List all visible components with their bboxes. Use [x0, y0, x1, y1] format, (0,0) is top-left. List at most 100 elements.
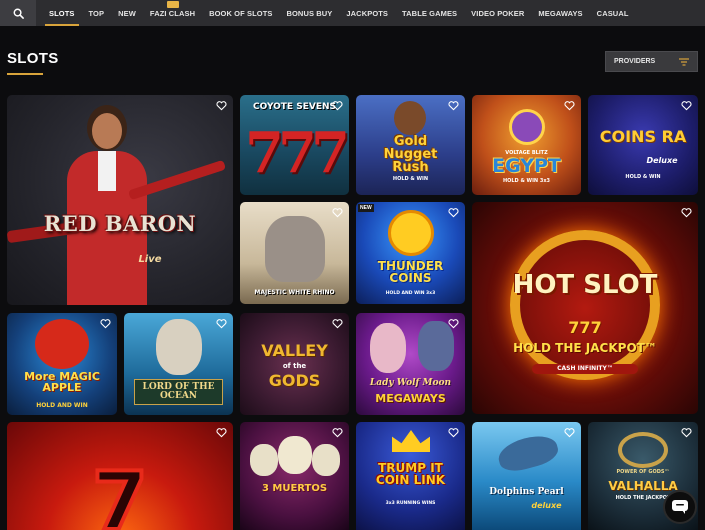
lady-figure [370, 323, 406, 373]
tab-bonus-buy[interactable]: BONUS BUY [279, 0, 339, 26]
game-title: 7 [90, 455, 150, 530]
heart-icon[interactable] [564, 427, 575, 438]
game-tile-gold-nugget-rush[interactable]: Gold Nugget Rush HOLD & WIN [356, 95, 465, 195]
game-subtitle: HOLD & WIN [392, 176, 429, 182]
providers-label: PROVIDERS [614, 58, 656, 65]
tab-casual[interactable]: CASUAL [590, 0, 636, 26]
lightning-coin [388, 210, 434, 256]
game-tile-lord-of-the-ocean[interactable]: LORD OF THE OCEAN [124, 313, 233, 415]
tab-top[interactable]: TOP [82, 0, 112, 26]
poseidon-figure [156, 319, 202, 375]
flame-ring [510, 230, 660, 380]
new-tag: NEW [358, 204, 374, 212]
game-subtitle: HOLD AND WIN [36, 402, 88, 409]
title-underline [7, 73, 43, 75]
skull-left [250, 444, 278, 476]
game-subtitle: 777 [245, 120, 349, 186]
heart-icon[interactable] [216, 318, 227, 329]
heart-icon[interactable] [681, 207, 692, 218]
game-tile-white-rhino[interactable]: MAJESTIC WHITE RHINO [240, 202, 349, 304]
heart-icon[interactable] [681, 427, 692, 438]
heart-icon[interactable] [332, 100, 343, 111]
tab-megaways[interactable]: MEGAWAYS [531, 0, 589, 26]
heart-icon[interactable] [332, 318, 343, 329]
category-tabs: SLOTS TOP NEW FAZI CLASH BOOK OF SLOTS B… [36, 0, 636, 26]
game-tile-more-magic-apple[interactable]: More MAGIC APPLE HOLD AND WIN [7, 313, 117, 415]
tab-video-poker[interactable]: VIDEO POKER [464, 0, 531, 26]
game-tile-lady-wolf-moon[interactable]: Lady Wolf Moon MEGAWAYS [356, 313, 465, 415]
game-tile-coyote-sevens[interactable]: COYOTE SEVENS 777 [240, 95, 349, 195]
game-tile-valley-of-the-gods[interactable]: VALLEY of the GODS [240, 313, 349, 415]
game-tile-coins-ra[interactable]: COINS RA Deluxe HOLD & WIN [588, 95, 698, 195]
new-badge [166, 1, 179, 8]
game-extra-label: CASH INFINITY™ [532, 364, 638, 374]
game-title: Gold Nugget Rush [383, 134, 438, 175]
game-subtitle: HOLD AND WIN 3x3 [385, 291, 436, 296]
game-tile-egypt[interactable]: VOLTAGE BLITZ EGYPT HOLD & WIN 3x3 [472, 95, 581, 195]
game-subtitle: MEGAWAYS [375, 392, 446, 405]
game-tile-seven[interactable]: 7 [7, 422, 233, 530]
tab-slots[interactable]: SLOTS [42, 0, 82, 26]
game-title: HOT SLOT [512, 270, 658, 300]
game-title: THUNDER COINS [377, 259, 444, 285]
game-subtitle: GODS [268, 371, 321, 390]
game-title: LORD OF THE OCEAN [134, 379, 223, 405]
tab-book-of-slots[interactable]: BOOK OF SLOTS [202, 0, 279, 26]
game-pretitle: 777 [568, 318, 602, 337]
sun-disc [509, 109, 545, 145]
shield-shape [618, 432, 668, 468]
tab-fazi-clash[interactable]: FAZI CLASH [143, 0, 202, 26]
crown-shape [392, 430, 430, 452]
apple-shape [35, 319, 89, 369]
heart-icon[interactable] [448, 318, 459, 329]
game-tile-3-muertos[interactable]: 3 MUERTOS [240, 422, 349, 530]
game-subtitle: HOLD THE JACKPOT™ [513, 341, 657, 355]
game-title: EGYPT [492, 155, 561, 177]
filter-icon [679, 57, 689, 66]
heart-icon[interactable] [332, 427, 343, 438]
game-tile-hot-slot[interactable]: HOT SLOT 777 HOLD THE JACKPOT™ CASH INFI… [472, 202, 698, 414]
game-subtitle: 3x3 RUNNING WINS [385, 501, 436, 506]
top-nav: SLOTS TOP NEW FAZI CLASH BOOK OF SLOTS B… [0, 0, 705, 26]
dolphin-shape [495, 430, 561, 476]
heart-icon[interactable] [332, 207, 343, 218]
game-subtitle: HOLD & WIN [625, 174, 661, 180]
search-button[interactable] [0, 0, 36, 26]
heart-icon[interactable] [564, 100, 575, 111]
game-subtitle: deluxe [531, 501, 562, 510]
game-title: COINS RA [599, 127, 687, 146]
game-title: 3 MUERTOS [261, 483, 328, 494]
heart-icon[interactable] [448, 427, 459, 438]
page-title: SLOTS [7, 50, 59, 67]
tab-label: FAZI CLASH [149, 9, 196, 18]
chat-icon [672, 500, 688, 514]
game-tile-red-baron[interactable]: RED BARON Live [7, 95, 233, 305]
game-pretitle: POWER OF GODS™ [616, 469, 670, 475]
miner-figure [394, 101, 426, 135]
game-title: More MAGIC APPLE [24, 370, 100, 394]
game-pretitle: of the [282, 362, 307, 370]
game-title: MAJESTIC WHITE RHINO [254, 289, 335, 296]
tab-jackpots[interactable]: JACKPOTS [339, 0, 395, 26]
game-pretitle: Deluxe [646, 156, 678, 165]
chat-button[interactable] [663, 490, 697, 524]
heart-icon[interactable] [448, 207, 459, 218]
game-tile-dolphins-pearl[interactable]: Dolphins Pearl deluxe [472, 422, 581, 530]
tab-new[interactable]: NEW [111, 0, 143, 26]
search-icon [13, 8, 24, 19]
game-title: VALLEY [261, 341, 328, 360]
skull-right [312, 444, 340, 476]
tab-table-games[interactable]: TABLE GAMES [395, 0, 464, 26]
game-title: TRUMP IT COIN LINK [375, 461, 446, 487]
heart-icon[interactable] [681, 100, 692, 111]
game-title: RED BARON [43, 211, 197, 236]
game-tile-thunder-coins[interactable]: NEW THUNDER COINS HOLD AND WIN 3x3 [356, 202, 465, 304]
rhino-head [265, 216, 325, 282]
heart-icon[interactable] [100, 318, 111, 329]
game-tile-trump-it-coin-link[interactable]: TRUMP IT COIN LINK 3x3 RUNNING WINS [356, 422, 465, 530]
game-title: Lady Wolf Moon [369, 378, 452, 388]
providers-dropdown[interactable]: PROVIDERS [605, 51, 698, 72]
heart-icon[interactable] [216, 100, 227, 111]
heart-icon[interactable] [448, 100, 459, 111]
heart-icon[interactable] [216, 427, 227, 438]
